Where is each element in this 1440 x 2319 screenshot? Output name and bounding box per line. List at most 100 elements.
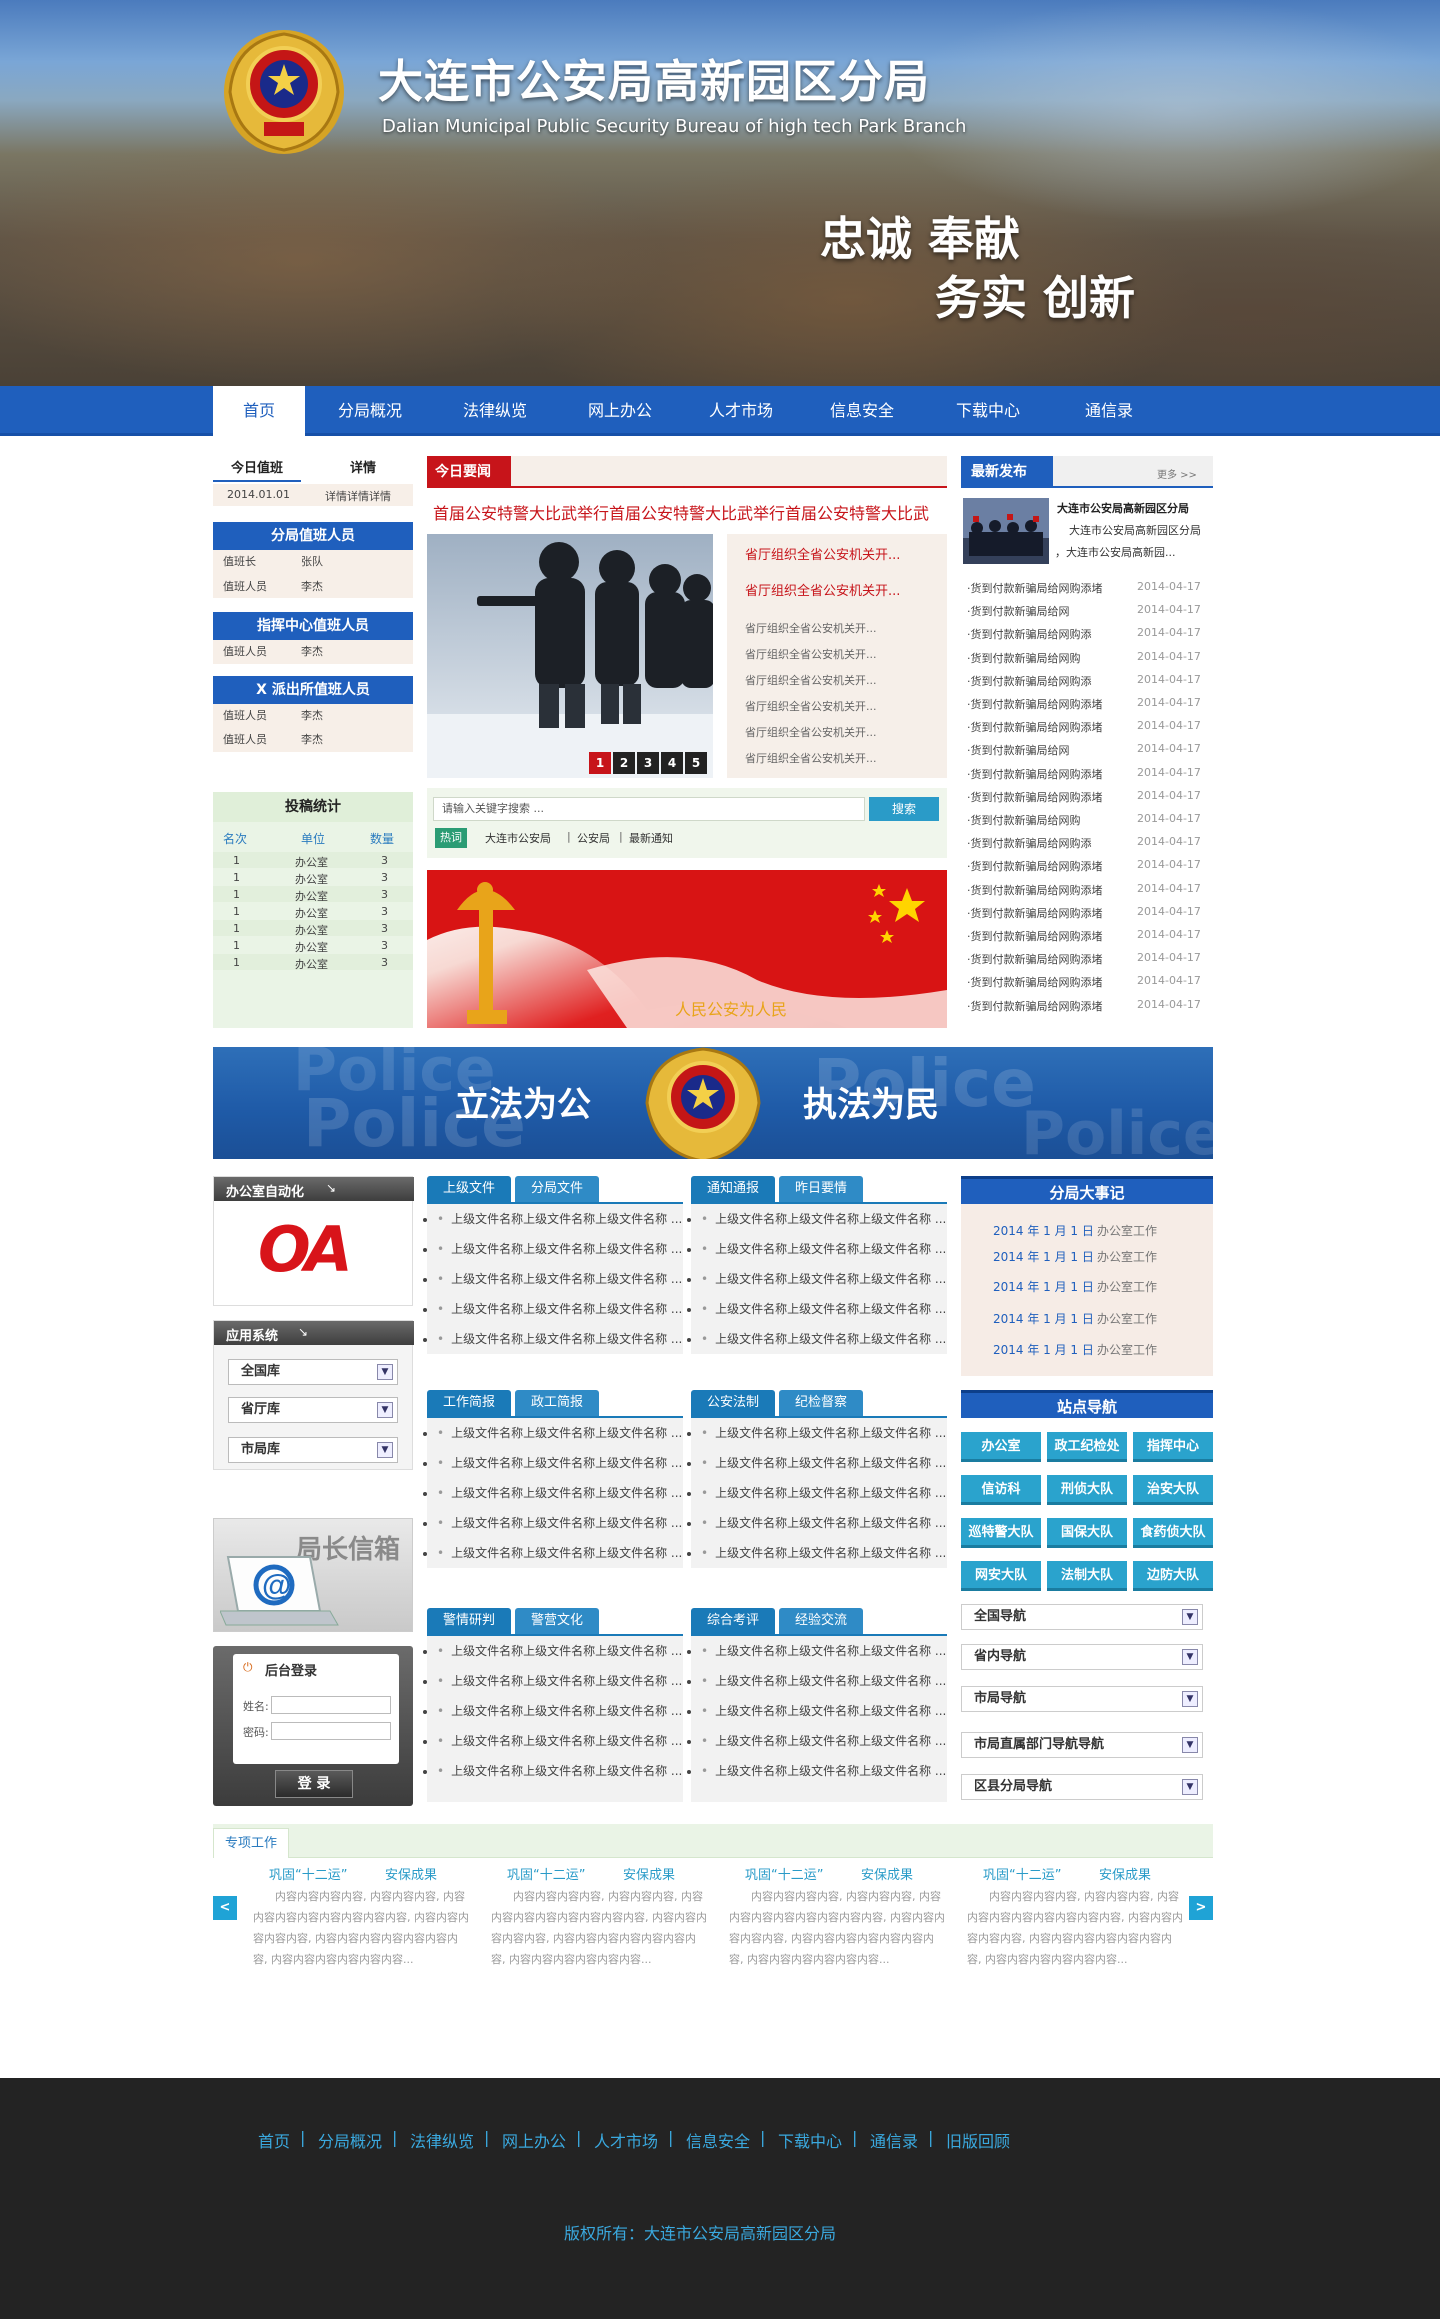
doc-list-item[interactable]: 上级文件名称上级文件名称上级文件名称 ... — [437, 1300, 682, 1317]
app-select-national[interactable]: 全国库 ▼ — [228, 1359, 398, 1385]
doc-tab[interactable]: 警情研判 — [427, 1608, 511, 1634]
doc-list-item[interactable]: 上级文件名称上级文件名称上级文件名称 ... — [701, 1514, 946, 1531]
latest-feature-image[interactable] — [963, 498, 1049, 564]
nav-home[interactable]: 首页 — [213, 386, 305, 436]
latest-feature-title[interactable]: 大连市公安局高新园区分局 — [1057, 500, 1189, 516]
hot-word[interactable]: 大连市公安局 — [485, 830, 551, 846]
slider-page-button[interactable]: 5 — [685, 752, 707, 774]
doc-list-item[interactable]: 上级文件名称上级文件名称上级文件名称 ... — [437, 1270, 682, 1287]
doc-tab[interactable]: 分局文件 — [515, 1176, 599, 1202]
latest-item[interactable]: ·货到付款新骗局给网购添堵 — [967, 974, 1103, 990]
tab-today-duty[interactable]: 今日值班 — [213, 456, 301, 482]
news-slider-image[interactable] — [427, 534, 713, 778]
login-button[interactable]: 登 录 — [275, 1770, 353, 1798]
more-link[interactable]: 更多 >> — [1157, 466, 1197, 481]
doc-list-item[interactable]: 上级文件名称上级文件名称上级文件名称 ... — [437, 1330, 682, 1347]
slider-page-button[interactable]: 4 — [661, 752, 683, 774]
site-nav-button[interactable]: 食药侦大队 — [1133, 1518, 1213, 1548]
doc-tab[interactable]: 公安法制 — [691, 1390, 775, 1416]
news-headline[interactable]: 首届公安特警大比武举行首届公安特警大比武举行首届公安特警大比武 — [433, 500, 929, 524]
special-item-title[interactable]: 巩固“十二运” — [745, 1864, 823, 1883]
doc-list-item[interactable]: 上级文件名称上级文件名称上级文件名称 ... — [437, 1732, 682, 1749]
next-arrow-icon[interactable]: > — [1189, 1896, 1213, 1920]
special-item-title[interactable]: 巩固“十二运” — [269, 1864, 347, 1883]
doc-list-item[interactable]: 上级文件名称上级文件名称上级文件名称 ... — [437, 1424, 682, 1441]
event-date[interactable]: 2014 年 1 月 1 日 — [993, 1310, 1094, 1327]
doc-list-item[interactable]: 上级文件名称上级文件名称上级文件名称 ... — [437, 1484, 682, 1501]
footer-link[interactable]: 分局概况 — [318, 2128, 382, 2152]
nav-contacts[interactable]: 通信录 — [1054, 386, 1164, 436]
footer-link[interactable]: 信息安全 — [686, 2128, 750, 2152]
latest-item[interactable]: ·货到付款新骗局给网购添堵 — [967, 580, 1103, 596]
doc-tab[interactable]: 上级文件 — [427, 1176, 511, 1202]
doc-tab[interactable]: 昨日要情 — [779, 1176, 863, 1202]
event-title[interactable]: 办公室工作 — [1097, 1341, 1157, 1358]
hot-word[interactable]: 公安局 — [577, 830, 610, 846]
event-date[interactable]: 2014 年 1 月 1 日 — [993, 1222, 1094, 1239]
footer-link[interactable]: 首页 — [258, 2128, 290, 2152]
site-nav-button[interactable]: 治安大队 — [1133, 1475, 1213, 1505]
tab-special-work[interactable]: 专项工作 — [213, 1828, 289, 1858]
event-title[interactable]: 办公室工作 — [1097, 1310, 1157, 1327]
app-select-province[interactable]: 省厅库 ▼ — [228, 1397, 398, 1423]
nav-online-office[interactable]: 网上办公 — [565, 386, 675, 436]
latest-item[interactable]: ·货到付款新骗局给网购添堵 — [967, 928, 1103, 944]
site-nav-button[interactable]: 办公室 — [961, 1432, 1041, 1462]
doc-list-item[interactable]: 上级文件名称上级文件名称上级文件名称 ... — [437, 1544, 682, 1561]
site-nav-select[interactable]: 区县分局导航 ▼ — [961, 1774, 1203, 1800]
event-date[interactable]: 2014 年 1 月 1 日 — [993, 1278, 1094, 1295]
doc-list-item[interactable]: 上级文件名称上级文件名称上级文件名称 ... — [701, 1702, 946, 1719]
doc-list-item[interactable]: 上级文件名称上级文件名称上级文件名称 ... — [437, 1762, 682, 1779]
latest-item[interactable]: ·货到付款新骗局给网购添堵 — [967, 719, 1103, 735]
latest-item[interactable]: ·货到付款新骗局给网购添 — [967, 673, 1092, 689]
latest-item[interactable]: ·货到付款新骗局给网购添堵 — [967, 789, 1103, 805]
event-title[interactable]: 办公室工作 — [1097, 1222, 1157, 1239]
latest-item[interactable]: ·货到付款新骗局给网购添堵 — [967, 882, 1103, 898]
slider-page-button[interactable]: 3 — [637, 752, 659, 774]
site-nav-button[interactable]: 指挥中心 — [1133, 1432, 1213, 1462]
oa-panel[interactable]: 办公室自动化 ↘ OA — [213, 1176, 414, 1306]
flag-banner[interactable]: 人民公安为人民 — [427, 870, 947, 1028]
latest-item[interactable]: ·货到付款新骗局给网购添堵 — [967, 951, 1103, 967]
password-input[interactable] — [271, 1722, 391, 1740]
site-nav-button[interactable]: 网安大队 — [961, 1561, 1041, 1591]
nav-talent[interactable]: 人才市场 — [686, 386, 796, 436]
site-nav-select[interactable]: 全国导航 ▼ — [961, 1604, 1203, 1630]
latest-item[interactable]: ·货到付款新骗局给网购添堵 — [967, 766, 1103, 782]
doc-tab[interactable]: 综合考评 — [691, 1608, 775, 1634]
event-date[interactable]: 2014 年 1 月 1 日 — [993, 1248, 1094, 1265]
tab-latest[interactable]: 最新发布 — [961, 456, 1053, 488]
doc-list-item[interactable]: 上级文件名称上级文件名称上级文件名称 ... — [437, 1514, 682, 1531]
site-nav-button[interactable]: 国保大队 — [1047, 1518, 1127, 1548]
news-item[interactable]: 省厅组织全省公安机关开... — [745, 724, 877, 740]
search-button[interactable]: 搜索 — [869, 797, 939, 821]
footer-link[interactable]: 下载中心 — [778, 2128, 842, 2152]
latest-item[interactable]: ·货到付款新骗局给网购 — [967, 812, 1081, 828]
doc-list-item[interactable]: 上级文件名称上级文件名称上级文件名称 ... — [701, 1642, 946, 1659]
doc-list-item[interactable]: 上级文件名称上级文件名称上级文件名称 ... — [701, 1732, 946, 1749]
latest-item[interactable]: ·货到付款新骗局给网购添 — [967, 835, 1092, 851]
event-title[interactable]: 办公室工作 — [1097, 1248, 1157, 1265]
site-nav-select[interactable]: 省内导航 ▼ — [961, 1644, 1203, 1670]
footer-link[interactable]: 通信录 — [870, 2128, 918, 2152]
latest-item[interactable]: ·货到付款新骗局给网购添 — [967, 626, 1092, 642]
hot-word[interactable]: 最新通知 — [629, 830, 673, 846]
latest-item[interactable]: ·货到付款新骗局给网 — [967, 603, 1070, 619]
special-item-title[interactable]: 巩固“十二运” — [507, 1864, 585, 1883]
news-item[interactable]: 省厅组织全省公安机关开... — [745, 750, 877, 766]
doc-list-item[interactable]: 上级文件名称上级文件名称上级文件名称 ... — [437, 1210, 682, 1227]
prev-arrow-icon[interactable]: < — [213, 1896, 237, 1920]
tab-duty-detail[interactable]: 详情 — [313, 456, 413, 482]
search-input[interactable]: 请输入关键字搜索 ... — [433, 797, 865, 821]
doc-list-item[interactable]: 上级文件名称上级文件名称上级文件名称 ... — [437, 1454, 682, 1471]
username-input[interactable] — [271, 1696, 391, 1714]
doc-tab[interactable]: 通知通报 — [691, 1176, 775, 1202]
doc-list-item[interactable]: 上级文件名称上级文件名称上级文件名称 ... — [701, 1300, 946, 1317]
news-item[interactable]: 省厅组织全省公安机关开... — [745, 620, 877, 636]
doc-list-item[interactable]: 上级文件名称上级文件名称上级文件名称 ... — [701, 1270, 946, 1287]
footer-link[interactable]: 人才市场 — [594, 2128, 658, 2152]
mailbox-banner[interactable]: 局长信箱 @ — [213, 1518, 413, 1632]
site-nav-button[interactable]: 政工纪检处 — [1047, 1432, 1127, 1462]
latest-item[interactable]: ·货到付款新骗局给网 — [967, 742, 1070, 758]
news-item[interactable]: 省厅组织全省公安机关开... — [745, 646, 877, 662]
